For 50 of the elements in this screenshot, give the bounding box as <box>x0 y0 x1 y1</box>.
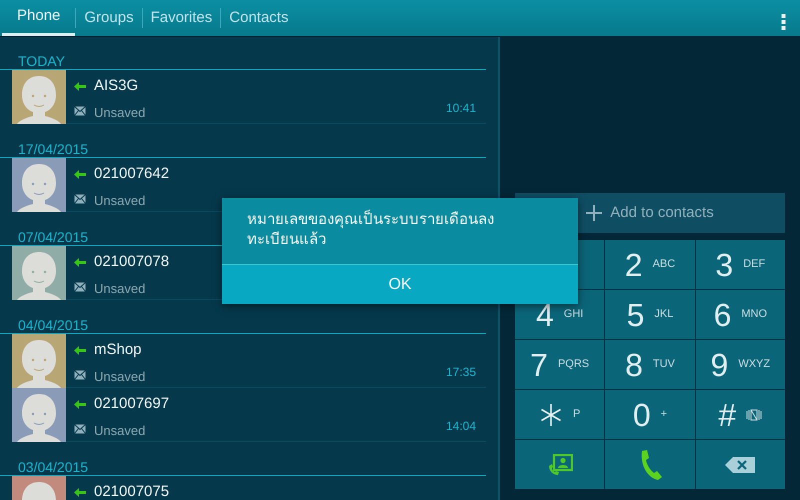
hash-key[interactable]: # <box>696 390 785 439</box>
dial-key[interactable]: 8 TUV <box>605 340 695 389</box>
envelope-icon <box>74 370 86 380</box>
contact-name: 021007078 <box>94 252 170 272</box>
dial-key[interactable]: 6 MNO <box>696 290 785 339</box>
dial-key[interactable]: 2 ABC <box>605 240 695 289</box>
incoming-arrow-icon <box>74 82 86 90</box>
vibrate-mute-icon <box>746 408 762 422</box>
plus-icon <box>586 205 602 221</box>
contact-name: 021007697 <box>94 394 170 414</box>
envelope-icon <box>74 424 86 434</box>
call-button[interactable] <box>605 440 695 489</box>
dial-key[interactable]: 7 PQRS <box>515 340 604 389</box>
backspace-icon <box>725 456 756 472</box>
number-label: Unsaved <box>94 192 146 210</box>
dial-key[interactable]: 0 + <box>605 390 695 439</box>
contact-name: 021007075 <box>94 482 170 500</box>
dial-key[interactable]: 5 JKL <box>605 290 695 339</box>
contact-name: mShop <box>94 340 142 360</box>
overflow-menu-icon[interactable] <box>781 14 786 30</box>
tab[interactable]: Favorites <box>142 0 220 36</box>
envelope-icon <box>74 282 86 292</box>
contact-name: AIS3G <box>94 76 138 96</box>
date-header: TODAY <box>0 36 486 70</box>
star-key[interactable]: P <box>515 390 604 439</box>
asterisk-icon <box>538 402 563 426</box>
backspace-button[interactable] <box>696 440 785 489</box>
call-time: 14:04 <box>446 418 476 435</box>
envelope-icon <box>74 106 86 116</box>
call-time: 17:35 <box>446 364 476 381</box>
dial-key[interactable]: 3 DEF <box>696 240 785 289</box>
contact-name: 021007642 <box>94 164 170 184</box>
call-time: 10:41 <box>446 100 476 117</box>
dial-key[interactable]: 9 WXYZ <box>696 340 785 389</box>
incoming-arrow-icon <box>74 170 86 178</box>
incoming-arrow-icon <box>74 258 86 266</box>
number-label: Unsaved <box>94 368 146 386</box>
envelope-icon <box>74 194 86 204</box>
date-header: 03/04/2015 <box>0 442 486 476</box>
number-label: Unsaved <box>94 280 146 298</box>
date-header: 17/04/2015 <box>0 124 486 158</box>
contact-card-icon <box>546 454 573 476</box>
incoming-arrow-icon <box>74 488 86 496</box>
number-label: Unsaved <box>94 422 146 440</box>
incoming-arrow-icon <box>74 346 86 354</box>
incoming-arrow-icon <box>74 400 86 408</box>
contacts-button[interactable] <box>515 440 604 489</box>
number-label: Unsaved <box>94 104 146 122</box>
tab[interactable]: Groups <box>76 0 142 36</box>
tab[interactable]: Contacts <box>221 0 296 36</box>
